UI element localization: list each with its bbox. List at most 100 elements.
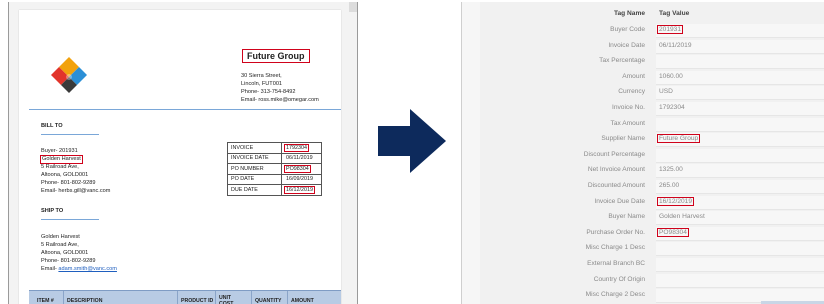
divider — [41, 134, 99, 135]
due-date-label: DUE DATE — [227, 184, 282, 196]
tag-value-field[interactable] — [656, 148, 824, 163]
bill-to-line: 5 Railroad Ave, — [41, 164, 79, 170]
company-address-line: Lincoln, FUT001 — [241, 81, 283, 87]
tag-name: Currency — [618, 88, 645, 96]
column-header: AMOUNT — [291, 298, 314, 304]
tag-name-header: Tag Name — [613, 10, 645, 17]
tag-name: Tax Percentage — [599, 57, 645, 65]
po-number-label: PO NUMBER — [227, 163, 282, 175]
tag-row: Net Invoice Amount 1325.00 — [480, 164, 824, 179]
tag-value: Future Group — [656, 134, 701, 144]
tag-row: Tax Amount — [480, 117, 824, 133]
ship-to-phone: Phone- 801-802-9289 — [41, 258, 96, 264]
tag-value-field[interactable]: 1325.00 — [656, 164, 824, 179]
tag-value-field[interactable]: PO98304 — [656, 226, 824, 241]
tag-name: Discounted Amount — [587, 182, 645, 189]
tag-row: External Branch BC — [480, 258, 824, 273]
tag-value-field[interactable] — [656, 273, 824, 288]
po-number: PO98304 — [284, 164, 311, 173]
tag-row: Invoice No. 1792304 — [480, 102, 824, 117]
tag-value-field[interactable] — [656, 55, 824, 70]
table-row: PO NUMBER PO98304 — [227, 163, 322, 175]
tag-value-field[interactable]: 1792304 — [656, 102, 824, 116]
company-logo-icon — [51, 57, 87, 93]
tag-value-field[interactable]: USD — [656, 86, 824, 101]
tag-row: Amount 1060.00 — [480, 70, 824, 86]
tag-name: Purchase Order No. — [586, 228, 645, 236]
tag-value-field[interactable]: 1060.00 — [656, 70, 824, 85]
tag-value-field[interactable] — [656, 258, 824, 272]
bill-to-buyer-name: Golden Harvest — [40, 155, 83, 164]
column-header: ITEM # — [37, 298, 54, 304]
tag-value: 1325.00 — [659, 166, 683, 174]
due-date: 16/12/2019 — [284, 185, 315, 194]
tag-value-field[interactable] — [656, 117, 824, 132]
column-header: QUANTITY — [255, 298, 282, 304]
bill-to-phone: Phone- 801-802-9289 — [41, 180, 96, 186]
tag-row: Buyer Name Golden Harvest — [480, 211, 824, 226]
tag-value-field[interactable]: Future Group — [656, 133, 824, 148]
tag-name: Supplier Name — [601, 135, 645, 143]
bill-to-line: Buyer- 201931 — [41, 148, 78, 154]
table-row: DUE DATE 16/12/2019 — [227, 184, 322, 196]
tag-value: 201931 — [656, 25, 684, 34]
company-phone: Phone- 313-754-8492 — [241, 89, 296, 95]
tag-value: 1792304 — [659, 104, 685, 111]
tag-value-field[interactable] — [656, 242, 824, 257]
invoice-details-table: INVOICE 1792304 INVOICE DATE 06/11/2019 … — [227, 142, 322, 196]
tag-value: 265.00 — [659, 182, 680, 189]
tag-name: External Branch BC — [587, 260, 645, 267]
tag-value: 06/11/2019 — [659, 41, 692, 49]
po-date-label: PO DATE — [227, 173, 282, 185]
bill-to-heading: BILL TO — [41, 123, 63, 129]
company-name: Future Group — [242, 49, 310, 63]
divider — [41, 219, 99, 220]
invoice-page: Future Group 30 Sierra Street, Lincoln, … — [19, 10, 341, 304]
tag-name: Buyer Name — [608, 213, 645, 221]
scrollbar[interactable] — [349, 2, 357, 12]
company-email: Email- ross.mike@omegar.com — [241, 97, 319, 103]
tag-name: Discount Percentage — [583, 150, 645, 158]
tag-value: 1060.00 — [659, 72, 683, 80]
items-table-header: ITEM # DESCRIPTION PRODUCT ID UNIT COST … — [29, 290, 341, 304]
tag-name: Country Of Origin — [593, 275, 645, 283]
tag-row: Purchase Order No. PO98304 — [480, 226, 824, 242]
tag-row: Supplier Name Future Group — [480, 133, 824, 148]
tag-name: Amount — [622, 72, 645, 80]
ship-to-email-link[interactable]: adam.smith@vanc.com — [58, 266, 117, 272]
extraction-results-panel: Tag Name Tag Value Buyer Code 201931 Invoi… — [461, 2, 824, 304]
tag-table: Tag Name Tag Value Buyer Code 201931 Invoi… — [480, 2, 824, 304]
table-row: INVOICE 1792304 — [227, 142, 322, 154]
ship-to-line: Altoona, GOLD001 — [41, 250, 89, 256]
arrow-right-icon — [378, 109, 446, 173]
tag-value-field[interactable]: 06/11/2019 — [656, 39, 824, 54]
invoice-document-viewer: Future Group 30 Sierra Street, Lincoln, … — [8, 2, 358, 304]
tag-row: Currency USD — [480, 86, 824, 101]
column-header: PRODUCT ID — [181, 298, 214, 304]
tag-row: Buyer Code 201931 — [480, 24, 824, 39]
tag-name: Invoice Due Date — [594, 197, 645, 205]
tag-name: Misc Charge 1 Desc — [585, 244, 645, 252]
tag-row: Discounted Amount 265.00 — [480, 180, 824, 195]
tag-value-field[interactable]: 265.00 — [656, 180, 824, 194]
column-header: UNIT COST — [219, 295, 234, 304]
ship-to-email-label: Email- — [41, 266, 57, 272]
bill-to-email: Email- herbs.gill@vanc.com — [41, 188, 111, 194]
tag-value-field[interactable]: 201931 — [656, 24, 824, 38]
tag-value-field[interactable]: Golden Harvest — [656, 211, 824, 226]
company-address-line: 30 Sierra Street, — [241, 73, 282, 79]
tag-row: Country Of Origin — [480, 273, 824, 289]
tag-value: PO98304 — [657, 227, 689, 237]
invoice-number: 1792304 — [284, 143, 309, 152]
ship-to-line: 5 Railroad Ave, — [41, 242, 79, 248]
tag-value: USD — [659, 88, 673, 96]
column-header: DESCRIPTION — [67, 298, 103, 304]
table-row: INVOICE DATE 06/11/2019 — [227, 152, 322, 164]
tag-name: Buyer Code — [610, 26, 645, 33]
tag-row: Misc Charge 1 Desc — [480, 242, 824, 257]
divider — [29, 109, 341, 110]
invoice-date-label: INVOICE DATE — [227, 152, 282, 164]
tag-name: Invoice No. — [612, 104, 645, 111]
tag-value-header: Tag Value — [659, 10, 690, 17]
tag-value-field[interactable]: 16/12/2019 — [656, 195, 824, 210]
